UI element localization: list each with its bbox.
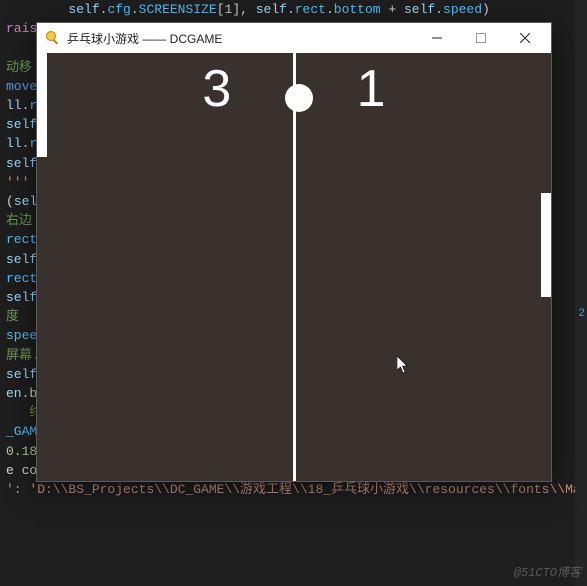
game-canvas[interactable]: 3 1 <box>37 53 551 481</box>
maximize-button[interactable] <box>459 23 503 53</box>
titlebar[interactable]: 乒乓球小游戏 —— DCGAME <box>37 23 551 53</box>
ball <box>285 84 313 112</box>
score-left: 3 <box>202 59 231 119</box>
paddle-left <box>37 53 47 157</box>
scrollbar-marker: 2 <box>578 308 585 320</box>
minimize-button[interactable] <box>415 23 459 53</box>
watermark: @51CTO博客 <box>514 563 581 580</box>
score-right: 1 <box>357 59 386 119</box>
center-divider <box>293 53 296 481</box>
app-icon <box>45 30 61 46</box>
window-title: 乒乓球小游戏 —— DCGAME <box>67 30 222 47</box>
mouse-cursor-icon <box>397 356 409 374</box>
close-button[interactable] <box>503 23 547 53</box>
paddle-right <box>541 193 551 297</box>
editor-scrollbar[interactable]: 2 <box>575 0 587 586</box>
game-window: 乒乓球小游戏 —— DCGAME 3 1 <box>36 22 552 482</box>
